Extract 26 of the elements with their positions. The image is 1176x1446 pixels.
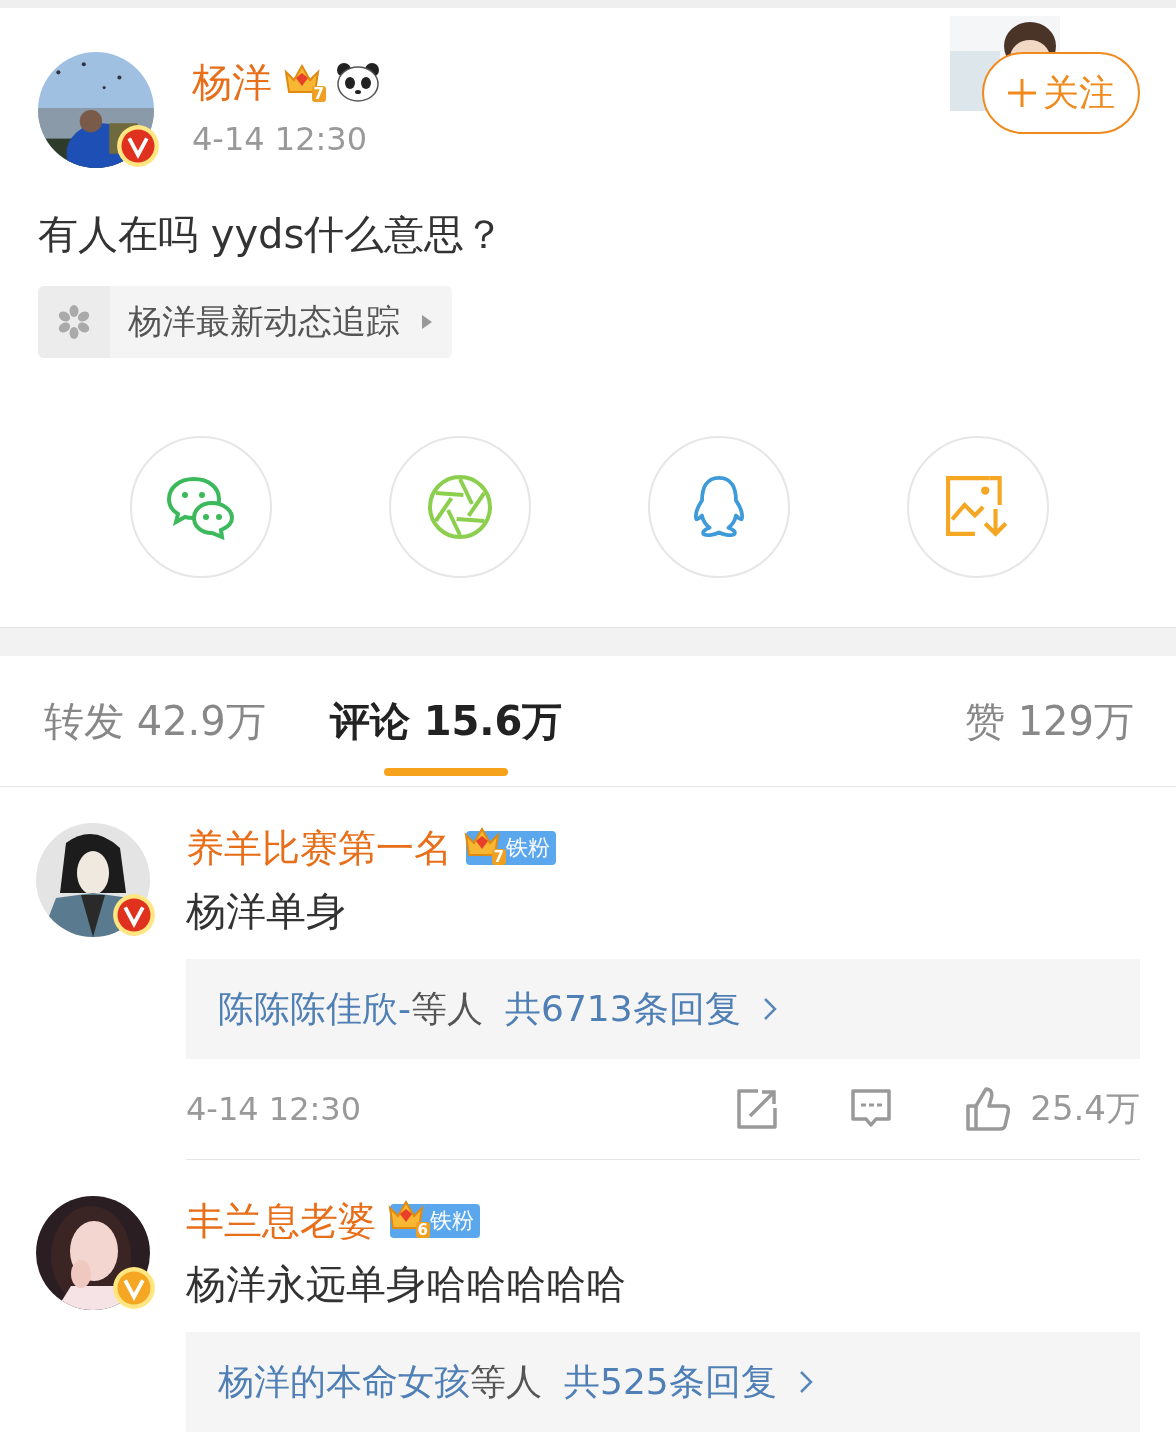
triangle-right-icon bbox=[422, 315, 432, 329]
aperture-icon bbox=[425, 474, 495, 540]
commenter-name[interactable]: 丰兰息老婆 bbox=[186, 1196, 376, 1246]
replies-link[interactable]: 杨洋的本命女孩等人 共525条回复 bbox=[186, 1332, 1140, 1432]
author-name[interactable]: 杨洋 bbox=[192, 52, 272, 112]
post-time: 4-14 12:30 bbox=[192, 120, 368, 158]
chevron-right-icon bbox=[762, 997, 777, 1021]
tab[interactable]: 赞 129万 bbox=[964, 656, 1134, 786]
like-button[interactable]: 25.4万 bbox=[964, 1086, 1140, 1132]
panda-icon bbox=[336, 62, 380, 102]
replies-link[interactable]: 陈陈陈佳欣-等人 共6713条回复 bbox=[186, 959, 1140, 1059]
commenter-name[interactable]: 养羊比赛第一名 bbox=[186, 823, 452, 873]
tab[interactable]: 评论 15.6万 bbox=[329, 656, 563, 786]
chevron-right-icon bbox=[798, 1370, 813, 1394]
chat-bubbles-icon bbox=[166, 474, 236, 540]
plus-icon bbox=[1007, 78, 1037, 108]
tab[interactable]: 转发 42.9万 bbox=[44, 656, 266, 786]
comment-text: 杨洋永远单身哈哈哈哈哈 bbox=[186, 1260, 627, 1309]
follow-button[interactable]: 关注 bbox=[982, 52, 1140, 134]
topic-chip[interactable]: 杨洋最新动态追踪 bbox=[38, 286, 452, 358]
share-icon[interactable] bbox=[736, 1088, 779, 1130]
comment-text: 杨洋单身 bbox=[186, 887, 347, 936]
post-text: 有人在吗 yyds什么意思？ bbox=[38, 210, 506, 259]
comment-icon[interactable] bbox=[850, 1088, 893, 1130]
thumbs-up-icon bbox=[964, 1086, 1011, 1132]
comment-time: 4-14 12:30 bbox=[186, 1090, 361, 1128]
